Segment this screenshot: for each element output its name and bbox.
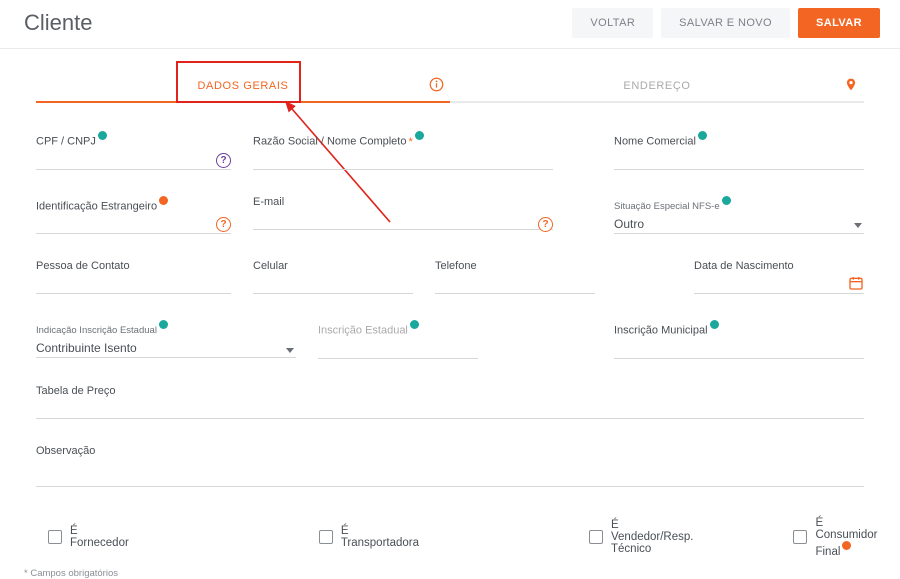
observacao-field[interactable]: Observação <box>36 445 864 487</box>
field-input[interactable] <box>318 341 478 359</box>
help-icon[interactable]: ? <box>538 217 553 232</box>
salvar-button[interactable]: SALVAR <box>798 8 880 38</box>
voltar-button[interactable]: VOLTAR <box>572 8 653 38</box>
field-input[interactable] <box>435 276 595 294</box>
help-dot-icon <box>415 131 424 140</box>
row-6: Observação <box>36 445 864 487</box>
situacao-nfse-select[interactable]: Situação Especial NFS-e Outro <box>614 196 864 235</box>
field-label: E-mail <box>253 196 553 208</box>
field-input[interactable] <box>36 276 231 294</box>
page-header: Cliente VOLTAR SALVAR E NOVO SALVAR <box>0 0 900 48</box>
tab-label: DADOS GERAIS <box>36 80 450 92</box>
inscricao-municipal-field[interactable]: Inscrição Municipal <box>614 320 864 359</box>
tab-label: ENDEREÇO <box>450 80 864 92</box>
field-input[interactable] <box>253 212 553 230</box>
row-2: Identificação Estrangeiro ? E-mail ? Sit… <box>36 196 864 235</box>
field-label: Telefone <box>435 260 595 272</box>
info-icon <box>429 77 444 95</box>
checkbox-icon <box>48 530 62 544</box>
field-label: Pessoa de Contato <box>36 260 231 272</box>
checkbox-icon <box>793 530 807 544</box>
help-dot-icon <box>842 541 851 550</box>
field-input[interactable] <box>36 152 231 170</box>
field-input[interactable] <box>694 276 864 294</box>
location-pin-icon <box>844 77 858 96</box>
field-input[interactable] <box>614 341 864 359</box>
field-label: Data de Nascimento <box>694 260 864 272</box>
check-label: É Fornecedor <box>70 525 129 549</box>
nome-comercial-field[interactable]: Nome Comercial <box>614 131 864 170</box>
tabs: DADOS GERAIS ENDEREÇO <box>36 71 864 103</box>
field-input[interactable] <box>253 276 413 294</box>
field-label: Tabela de Preço <box>36 385 864 397</box>
field-input[interactable] <box>614 152 864 170</box>
field-label: Razão Social / Nome Completo* <box>253 131 553 148</box>
field-label: Celular <box>253 260 413 272</box>
header-divider <box>0 48 900 49</box>
inscricao-estadual-field[interactable]: Inscrição Estadual <box>318 320 478 359</box>
tabela-preco-field[interactable]: Tabela de Preço <box>36 385 864 419</box>
row-3: Pessoa de Contato Celular Telefone Data … <box>36 260 864 294</box>
check-label: É Consumidor Final <box>815 517 877 558</box>
help-icon[interactable]: ? <box>216 153 231 168</box>
check-transportadora[interactable]: É Transportadora <box>319 517 419 558</box>
celular-field[interactable]: Celular <box>253 260 413 294</box>
form-dados-gerais: CPF / CNPJ ? Razão Social / Nome Complet… <box>0 131 900 558</box>
select-value[interactable]: Outro <box>614 216 864 234</box>
check-consumidor-final[interactable]: É Consumidor Final <box>793 517 877 558</box>
cpf-cnpj-field[interactable]: CPF / CNPJ ? <box>36 131 231 170</box>
data-nascimento-field[interactable]: Data de Nascimento <box>694 260 864 294</box>
pessoa-contato-field[interactable]: Pessoa de Contato <box>36 260 231 294</box>
field-label: Indicação Inscrição Estadual <box>36 320 296 336</box>
row-4: Indicação Inscrição Estadual Contribuint… <box>36 320 864 359</box>
check-label: É Vendedor/Resp. Técnico <box>611 519 693 555</box>
tab-dados-gerais[interactable]: DADOS GERAIS <box>36 71 450 103</box>
id-estrangeiro-field[interactable]: Identificação Estrangeiro ? <box>36 196 231 235</box>
razao-social-field[interactable]: Razão Social / Nome Completo* <box>253 131 553 170</box>
calendar-icon[interactable] <box>848 275 864 294</box>
help-dot-icon <box>698 131 707 140</box>
telefone-field[interactable]: Telefone <box>435 260 595 294</box>
page-title: Cliente <box>24 10 92 36</box>
field-input[interactable] <box>36 461 864 487</box>
row-1: CPF / CNPJ ? Razão Social / Nome Complet… <box>36 131 864 170</box>
checkbox-icon <box>589 530 603 544</box>
email-field[interactable]: E-mail ? <box>253 196 553 235</box>
field-label: Situação Especial NFS-e <box>614 196 864 212</box>
required-footnote: * Campos obrigatórios <box>24 568 900 579</box>
salvar-e-novo-button[interactable]: SALVAR E NOVO <box>661 8 790 38</box>
field-label: Inscrição Municipal <box>614 320 864 337</box>
field-label: Nome Comercial <box>614 131 864 148</box>
field-input[interactable] <box>253 152 553 170</box>
field-input[interactable] <box>36 401 864 419</box>
indicacao-ie-select[interactable]: Indicação Inscrição Estadual Contribuint… <box>36 320 296 359</box>
field-input[interactable] <box>36 216 231 234</box>
field-label: Identificação Estrangeiro <box>36 196 231 213</box>
help-dot-icon <box>710 320 719 329</box>
help-dot-icon <box>159 320 168 329</box>
check-fornecedor[interactable]: É Fornecedor <box>48 517 129 558</box>
help-dot-icon <box>98 131 107 140</box>
field-label: Inscrição Estadual <box>318 320 478 337</box>
select-value[interactable]: Contribuinte Isento <box>36 340 296 358</box>
field-label: Observação <box>36 445 864 457</box>
check-vendedor[interactable]: É Vendedor/Resp. Técnico <box>589 517 693 558</box>
help-dot-icon <box>159 196 168 205</box>
tab-endereco[interactable]: ENDEREÇO <box>450 71 864 103</box>
row-5: Tabela de Preço <box>36 385 864 419</box>
check-row: É Fornecedor É Transportadora É Vendedor… <box>48 517 864 558</box>
header-actions: VOLTAR SALVAR E NOVO SALVAR <box>572 8 880 38</box>
field-label: CPF / CNPJ <box>36 131 231 148</box>
checkbox-icon <box>319 530 333 544</box>
help-dot-icon <box>722 196 731 205</box>
help-dot-icon <box>410 320 419 329</box>
check-label: É Transportadora <box>341 525 419 549</box>
required-star-icon: * <box>408 136 412 148</box>
